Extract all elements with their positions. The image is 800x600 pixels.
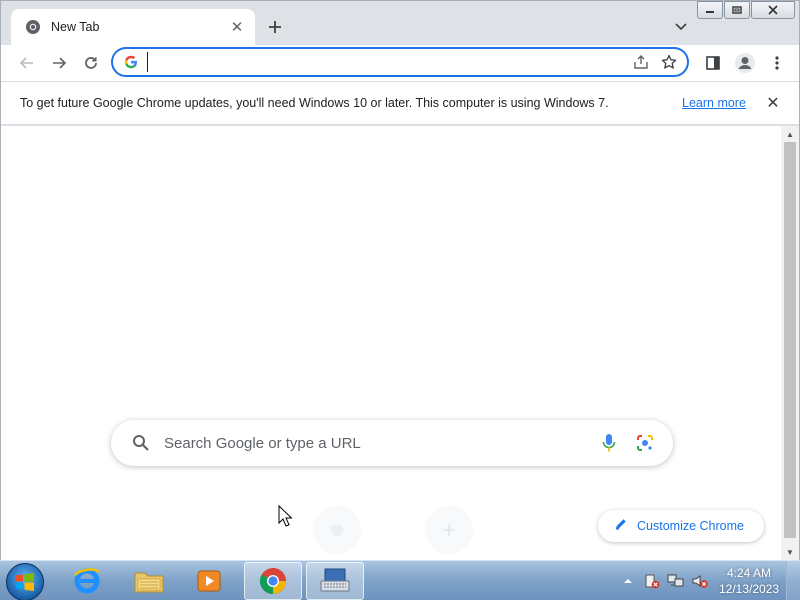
arrow-left-icon <box>19 57 33 69</box>
clock-date: 12/13/2023 <box>718 582 780 596</box>
taskbar-clock[interactable]: 4:24 AM 12/13/2023 <box>716 565 782 597</box>
on-screen-keyboard-icon <box>320 568 350 592</box>
taskbar-on-screen-keyboard[interactable] <box>306 562 364 600</box>
minimize-button[interactable] <box>697 1 723 19</box>
side-panel-icon <box>706 56 720 70</box>
microphone-icon[interactable] <box>595 429 623 457</box>
plus-icon <box>443 524 455 536</box>
windows-logo-icon <box>16 573 34 591</box>
add-shortcut-button[interactable] <box>425 506 473 554</box>
scroll-thumb[interactable] <box>784 142 796 538</box>
volume-muted-icon[interactable] <box>688 569 712 593</box>
chevron-down-icon[interactable] <box>669 15 693 39</box>
file-explorer-icon <box>134 572 164 593</box>
start-button[interactable] <box>6 563 44 600</box>
vertical-scrollbar[interactable]: ▲ ▼ <box>781 126 799 560</box>
chrome-icon <box>25 19 41 35</box>
internet-explorer-icon <box>74 568 100 594</box>
new-tab-button[interactable] <box>263 15 287 39</box>
tab-new-tab[interactable]: New Tab ✕ <box>11 9 255 45</box>
system-tray <box>616 561 712 600</box>
learn-more-link[interactable]: Learn more <box>682 96 746 110</box>
close-window-button[interactable] <box>751 1 795 19</box>
avatar-icon <box>735 53 755 73</box>
ntp-search-box[interactable] <box>111 420 673 466</box>
show-desktop-button[interactable] <box>786 561 800 600</box>
google-g-icon <box>123 54 139 70</box>
chrome-window: New Tab ✕ To get future Google Chrome up… <box>0 0 800 560</box>
toolbar-right <box>697 47 793 79</box>
taskbar-internet-explorer[interactable] <box>58 562 116 600</box>
chrome-icon <box>259 568 287 595</box>
ntp-search-input[interactable] <box>164 434 595 452</box>
forward-button[interactable] <box>43 47 75 79</box>
taskbar-media-player[interactable] <box>180 562 238 600</box>
kebab-menu-icon[interactable] <box>761 47 793 79</box>
clock-time: 4:24 AM <box>726 566 772 580</box>
customize-chrome-button[interactable]: Customize Chrome <box>598 510 764 542</box>
scroll-up-icon[interactable]: ▲ <box>781 126 799 142</box>
star-icon[interactable] <box>655 48 683 76</box>
customize-chrome-label: Customize Chrome <box>637 519 744 533</box>
chevron-up-icon[interactable] <box>616 569 640 593</box>
mouse-pointer-icon <box>278 504 293 532</box>
shortcut-tile[interactable] <box>313 506 361 554</box>
side-panel-button[interactable] <box>697 47 729 79</box>
media-player-icon <box>197 570 221 592</box>
profile-button[interactable] <box>729 47 761 79</box>
omnibox-input[interactable] <box>147 52 627 72</box>
infobar-message: To get future Google Chrome updates, you… <box>20 96 609 110</box>
tab-title: New Tab <box>51 20 100 34</box>
pencil-icon <box>614 517 628 536</box>
search-icon <box>131 433 151 453</box>
taskbar-file-explorer[interactable] <box>120 562 178 600</box>
google-lens-icon[interactable] <box>631 429 659 457</box>
reload-icon <box>85 57 97 69</box>
new-tab-page: Customize Chrome <box>1 126 781 560</box>
reload-button[interactable] <box>75 47 107 79</box>
window-controls <box>696 1 795 20</box>
share-icon[interactable] <box>627 48 655 76</box>
close-icon[interactable]: ✕ <box>227 17 247 37</box>
back-button[interactable] <box>11 47 43 79</box>
taskbar: 4:24 AM 12/13/2023 <box>0 560 800 600</box>
restore-button[interactable] <box>724 1 750 19</box>
arrow-right-icon <box>53 57 67 69</box>
network-icon[interactable] <box>664 569 688 593</box>
action-center-icon[interactable] <box>640 569 664 593</box>
toolbar <box>1 45 799 81</box>
scroll-down-icon[interactable]: ▼ <box>781 544 799 560</box>
update-infobar: To get future Google Chrome updates, you… <box>1 81 799 125</box>
address-bar[interactable] <box>111 47 689 77</box>
tab-strip: New Tab ✕ <box>1 1 799 45</box>
shortcut-icon <box>331 524 343 536</box>
close-icon[interactable]: ✕ <box>763 93 783 113</box>
taskbar-chrome[interactable] <box>244 562 302 600</box>
